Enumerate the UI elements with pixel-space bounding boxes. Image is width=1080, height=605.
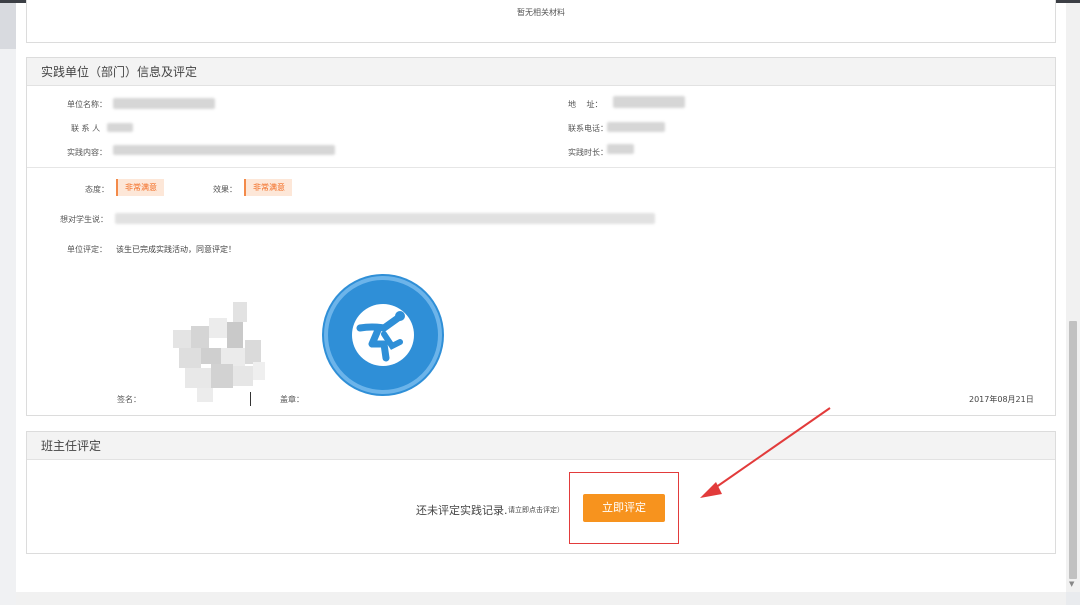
scroll-down-icon[interactable]: ▼: [1069, 580, 1074, 588]
horizontal-scrollbar[interactable]: [16, 592, 1066, 605]
scrollbar-thumb[interactable]: [1069, 321, 1077, 579]
annotation-arrow: [700, 407, 831, 498]
vertical-scrollbar[interactable]: ▼: [1066, 3, 1080, 592]
